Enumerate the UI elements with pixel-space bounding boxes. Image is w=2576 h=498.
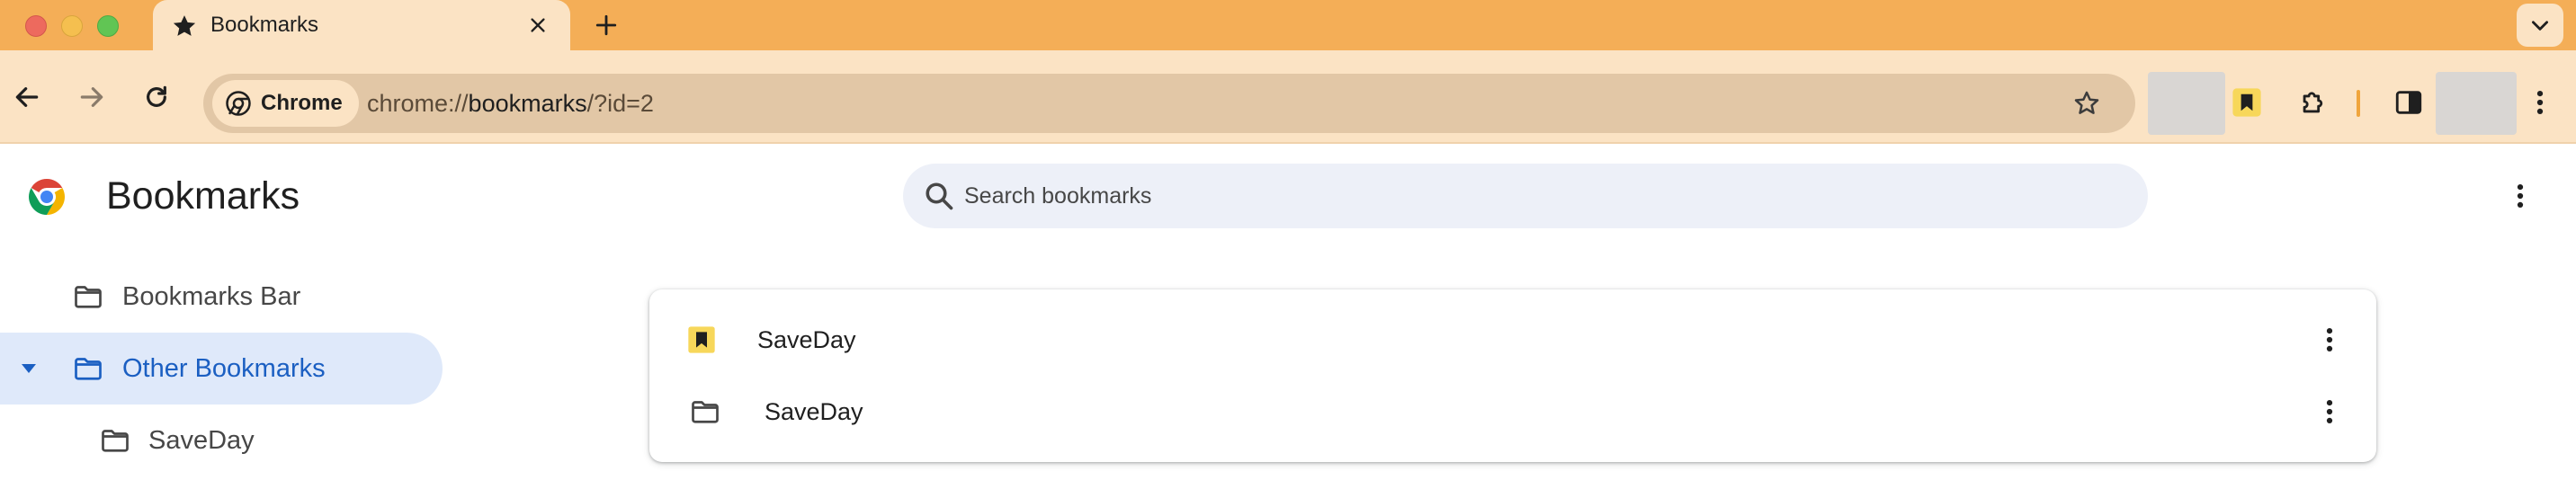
folder-icon [689, 396, 721, 428]
puzzle-icon [2303, 92, 2323, 113]
close-icon [531, 18, 545, 32]
back-button[interactable] [9, 79, 45, 115]
sidebar-item-bookmarks-bar[interactable]: Bookmarks Bar [0, 261, 441, 333]
star-outline-icon [2074, 91, 2099, 114]
sidebar-item-other-bookmarks[interactable]: Other Bookmarks [0, 333, 443, 405]
star-icon [173, 15, 196, 36]
address-bar[interactable]: Chrome chrome://bookmarks/?id=2 [203, 74, 2135, 133]
browser-toolbar: Chrome chrome://bookmarks/?id=2 [0, 50, 2576, 144]
tab-bookmarks[interactable]: Bookmarks [153, 0, 570, 50]
organize-menu-button[interactable] [2502, 176, 2538, 216]
sidebar-item-label: Other Bookmarks [122, 354, 326, 383]
saveday-icon [688, 326, 715, 353]
site-chip-label: Chrome [261, 91, 343, 115]
url-text[interactable]: chrome://bookmarks/?id=2 [367, 90, 654, 117]
chevron-down-icon [2532, 21, 2548, 31]
bookmark-list: SaveDay SaveDay [649, 289, 2376, 462]
arrow-right-icon [80, 87, 103, 107]
row-menu-button[interactable] [2312, 392, 2348, 431]
profile-avatar-blank[interactable] [2436, 72, 2517, 135]
new-tab-button[interactable] [590, 9, 622, 41]
search-icon [926, 182, 953, 210]
search-input[interactable] [964, 178, 2115, 214]
tab-strip: Bookmarks [0, 0, 2576, 50]
bookmarks-header: Bookmarks [0, 146, 2576, 245]
list-item-saveday-folder[interactable]: SaveDay [649, 376, 2376, 448]
bookmark-star-button[interactable] [2071, 87, 2103, 120]
kebab-menu-icon [2326, 399, 2333, 424]
saveday-extension-button[interactable] [2231, 86, 2263, 119]
reload-icon [147, 85, 166, 107]
extension-slot-blank[interactable] [2148, 72, 2225, 135]
url-path: /?id=2 [586, 90, 654, 117]
reload-button[interactable] [139, 79, 174, 115]
tab-close-button[interactable] [523, 11, 552, 40]
sidebar-item-label: Bookmarks Bar [122, 282, 301, 311]
folder-icon [692, 401, 719, 423]
url-scheme: chrome:// [367, 90, 469, 117]
saveday-icon [2232, 88, 2261, 117]
chrome-icon [226, 91, 251, 116]
window-close-button[interactable] [25, 15, 47, 37]
window-zoom-button[interactable] [97, 15, 119, 37]
forward-button[interactable] [74, 79, 110, 115]
saveday-favicon-icon [685, 324, 718, 356]
page-title: Bookmarks [106, 174, 300, 218]
site-info-chip[interactable]: Chrome [212, 80, 359, 127]
extensions-button[interactable] [2297, 86, 2330, 119]
side-panel-button[interactable] [2393, 86, 2425, 119]
folder-icon [75, 358, 102, 380]
side-panel-icon [2395, 91, 2422, 114]
url-domain: bookmarks [468, 90, 587, 117]
sidebar-item-label: SaveDay [148, 426, 255, 455]
caret-down-icon[interactable] [18, 360, 40, 378]
window-minimize-button[interactable] [61, 15, 83, 37]
arrow-left-icon [15, 87, 39, 107]
chrome-menu-button[interactable] [2524, 86, 2556, 119]
list-item-saveday-bookmark[interactable]: SaveDay [649, 304, 2376, 376]
chrome-logo-icon [29, 179, 65, 215]
kebab-menu-icon [2326, 327, 2333, 352]
plus-icon [595, 14, 617, 36]
bookmark-title: SaveDay [757, 326, 856, 353]
folder-icon [75, 286, 102, 308]
kebab-menu-icon [2536, 90, 2544, 115]
folder-icon [102, 430, 129, 452]
sidebar-item-saveday[interactable]: SaveDay [0, 405, 441, 476]
tab-search-button[interactable] [2517, 4, 2563, 47]
row-menu-button[interactable] [2312, 320, 2348, 360]
search-bar[interactable] [903, 164, 2148, 228]
toolbar-separator [2357, 90, 2360, 117]
folder-title: SaveDay [765, 398, 863, 425]
kebab-menu-icon [2517, 183, 2524, 209]
tab-title: Bookmarks [210, 13, 319, 37]
